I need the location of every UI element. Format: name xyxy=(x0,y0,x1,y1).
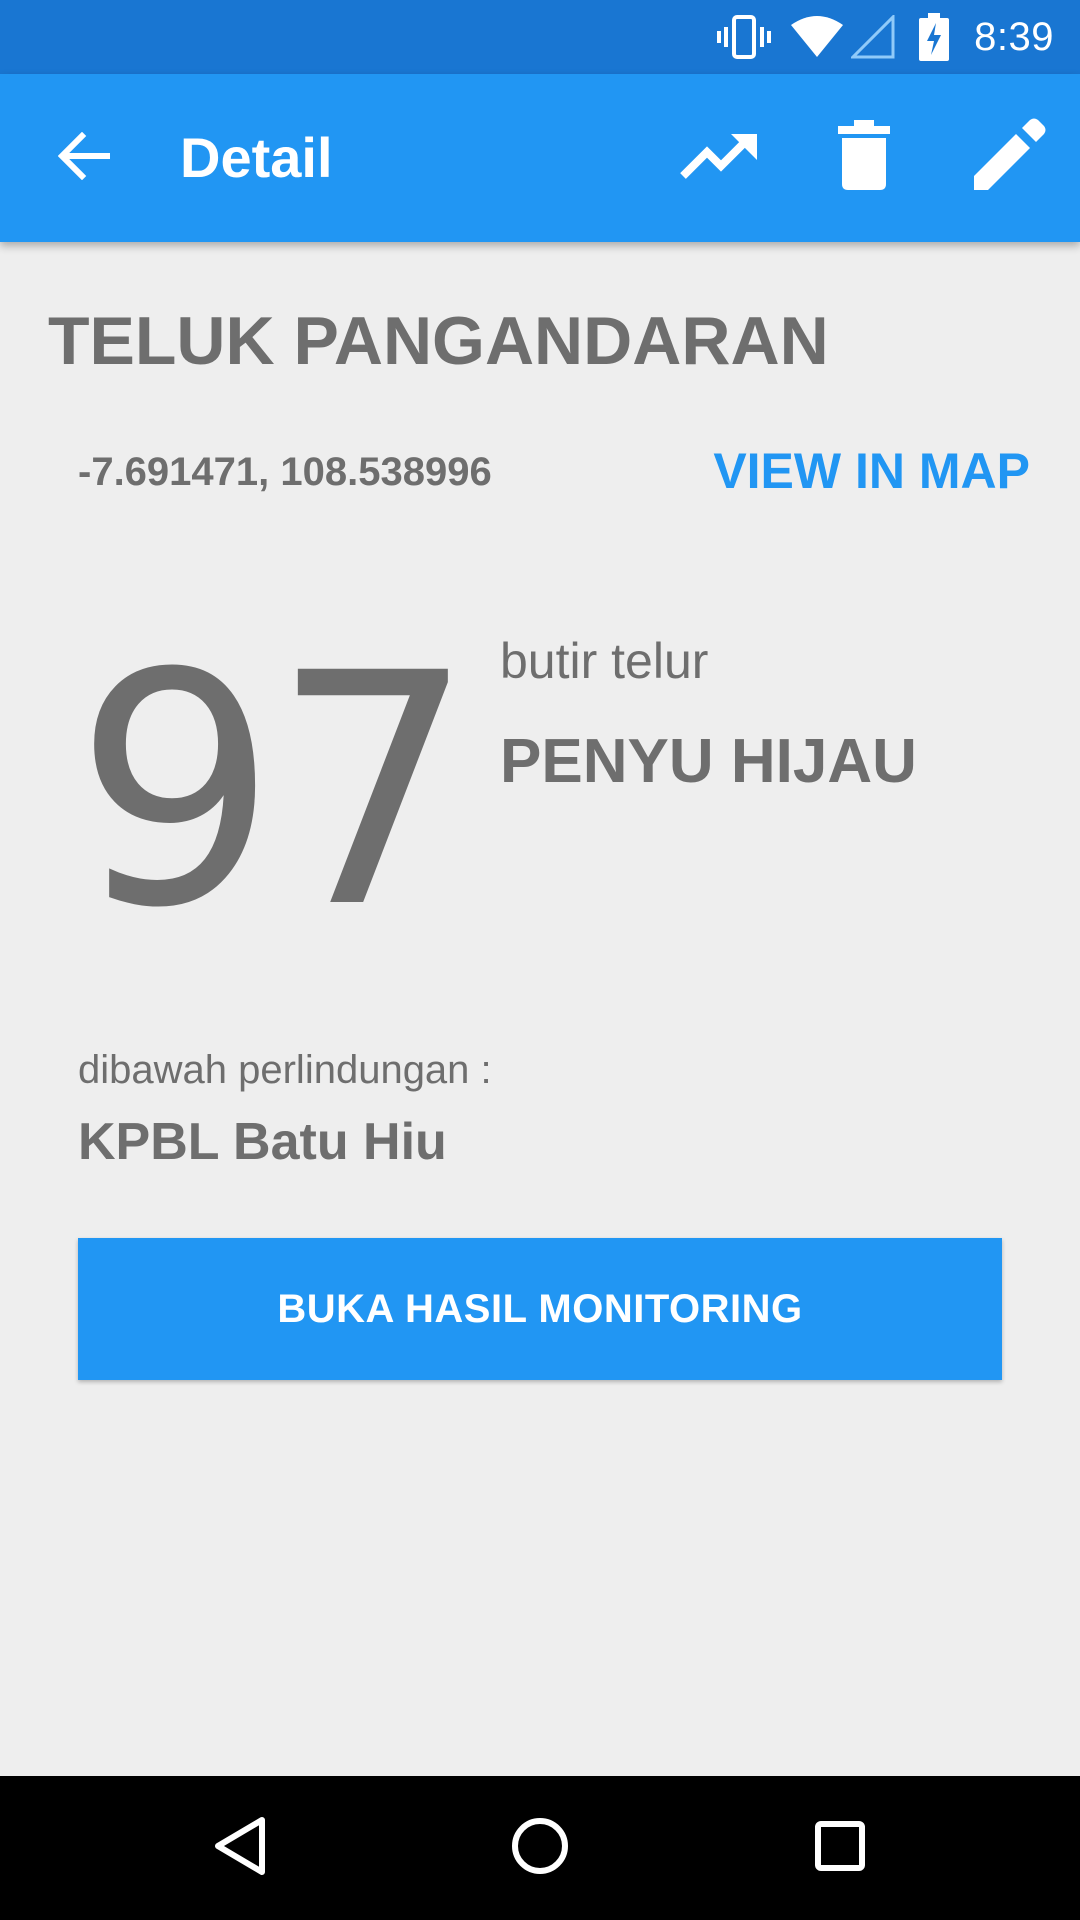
status-bar: 8:39 xyxy=(0,0,1080,74)
status-icons: 8:39 xyxy=(714,0,1080,74)
view-in-map-button[interactable]: VIEW IN MAP xyxy=(713,442,1030,500)
open-monitoring-label: BUKA HASIL MONITORING xyxy=(277,1286,803,1331)
wifi-icon xyxy=(786,15,848,59)
vibrate-icon xyxy=(714,15,774,59)
status-time: 8:39 xyxy=(974,14,1054,59)
cell-signal-icon xyxy=(850,15,896,59)
trending-up-icon xyxy=(679,130,761,187)
count-unit: butir telur xyxy=(500,633,709,689)
protection-label: dibawah perlindungan : xyxy=(78,1048,492,1092)
detail-content: TELUK PANGANDARAN -7.691471, 108.538996 … xyxy=(0,242,1080,1776)
back-button[interactable] xyxy=(44,118,124,198)
app-bar: Detail xyxy=(0,74,1080,242)
nav-back-icon xyxy=(212,1816,268,1881)
arrow-back-icon xyxy=(57,131,111,185)
page-title: Detail xyxy=(180,126,333,189)
battery-charging-icon xyxy=(914,13,954,61)
delete-button[interactable] xyxy=(820,114,908,202)
coordinates-text: -7.691471, 108.538996 xyxy=(78,450,492,494)
location-title: TELUK PANGANDARAN xyxy=(48,303,829,379)
edit-icon xyxy=(970,118,1046,199)
open-monitoring-button[interactable]: BUKA HASIL MONITORING xyxy=(78,1238,1002,1380)
species-name: PENYU HIJAU xyxy=(500,727,917,796)
delete-icon xyxy=(836,119,892,197)
trend-button[interactable] xyxy=(676,114,764,202)
nav-back-button[interactable] xyxy=(200,1808,280,1888)
nav-home-button[interactable] xyxy=(500,1808,580,1888)
nav-home-icon xyxy=(510,1816,570,1881)
edit-button[interactable] xyxy=(964,114,1052,202)
egg-count: 97 xyxy=(74,606,475,978)
nav-recents-icon xyxy=(814,1820,866,1877)
detail-screen: 8:39 Detail TELUK PANGANDARAN -7.691471,… xyxy=(0,0,1080,1920)
nav-recents-button[interactable] xyxy=(800,1808,880,1888)
navigation-bar xyxy=(0,1776,1080,1920)
protection-organization: KPBL Batu Hiu xyxy=(78,1113,447,1171)
